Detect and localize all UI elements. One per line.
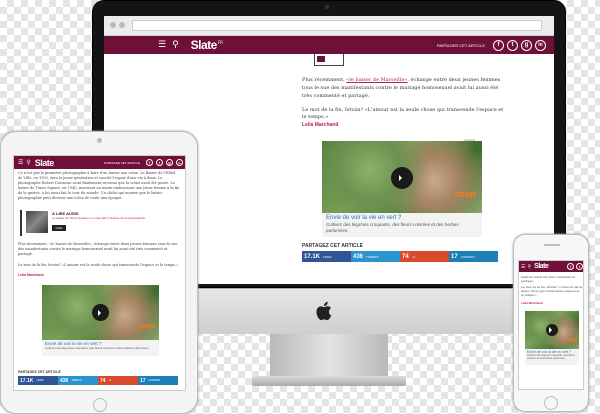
phone-twitter-icon[interactable]: t: [576, 263, 583, 270]
imac-stand: [270, 334, 388, 378]
tablet-video-thumbnail[interactable]: coop: [42, 285, 159, 340]
tablet-facebook-icon[interactable]: f: [146, 159, 153, 166]
ipad: ☰ ⚲ Slate PARTAGER CET ARTICLE f t g in …: [0, 131, 198, 414]
tablet-facebook-count[interactable]: 17.1K LIKES: [18, 376, 58, 385]
twitter-count[interactable]: 436 TWEETS: [351, 251, 400, 262]
tablet-share-heading: PARTAGEZ CET ARTICLE: [18, 370, 61, 374]
tablet-linkedin-icon[interactable]: in: [176, 159, 183, 166]
desktop-video-title: Envie de voir la vie en vert ?: [326, 215, 402, 221]
link-baiser-marseille[interactable]: «le baiser de Marseille»: [346, 77, 407, 83]
tablet-also-thumb: [26, 211, 48, 233]
browser-forward-icon[interactable]: [119, 22, 125, 28]
linkedin-icon[interactable]: in: [535, 39, 546, 51]
phone-facebook-icon[interactable]: f: [567, 263, 574, 270]
phone-share-bar: f t: [567, 263, 583, 270]
desktop-navbar: ☰ ⚲ Slate FR PARTAGER CET ARTICLE f t g …: [104, 36, 554, 54]
tablet-navbar: ☰ ⚲ Slate PARTAGER CET ARTICLE f t g in: [14, 156, 185, 169]
desktop-share-bar: PARTAGER CET ARTICLE f t g in: [436, 39, 546, 51]
tablet-also-button[interactable]: LIRE: [52, 225, 66, 231]
tablet-share-bar: PARTAGER CET ARTICLE f t g in: [104, 159, 183, 166]
tablet-share-stats: 17.1K LIKES 436 TWEETS 74 +1 17 LINKEDIN: [18, 376, 178, 385]
ipad-home-button[interactable]: [93, 398, 107, 412]
desktop-play-icon[interactable]: [391, 167, 413, 189]
tablet-search-icon[interactable]: ⚲: [26, 159, 30, 166]
tablet-author[interactable]: Leila Marchand: [18, 273, 43, 277]
facebook-icon[interactable]: f: [493, 39, 504, 51]
desktop-video-card[interactable]: Envie de voir la vie en vert ? Cultivez …: [322, 213, 482, 237]
tablet-twitter-icon[interactable]: t: [156, 159, 163, 166]
iphone: ☰ ⚲ Slate f t avait lui aussi été très c…: [513, 234, 589, 412]
phone-coop-logo: coop: [565, 337, 577, 343]
slate-logo-mark: FR: [217, 39, 223, 45]
tablet-video-card[interactable]: Envie de voir la vie en vert ? Cultivez …: [42, 340, 159, 356]
googleplus-icon[interactable]: g: [521, 39, 532, 51]
desktop-para-1: Plus récemment, «le baiser de Marseille»…: [302, 77, 501, 99]
iphone-screen: ☰ ⚲ Slate f t avait lui aussi été très c…: [518, 260, 584, 390]
tablet-play-icon[interactable]: [92, 304, 109, 321]
tablet-linkedin-count[interactable]: 17 LINKEDIN: [138, 376, 178, 385]
phone-play-icon[interactable]: [546, 324, 558, 336]
desktop-prev-box: [314, 54, 344, 66]
desktop-video-thumbnail[interactable]: coop: [322, 141, 482, 213]
tablet-also-read[interactable]: À LIRE AUSSI Le baiser de Times Square a…: [20, 210, 180, 236]
desktop-para-2: Le mot de la fin, Istvàn? «L'amour est l…: [302, 107, 504, 120]
phone-author[interactable]: Leila Marchand: [521, 301, 543, 305]
phone-search-icon[interactable]: ⚲: [527, 264, 531, 270]
tablet-top-text: Ce n'est pas la première photographie à …: [18, 171, 180, 200]
desktop-share-heading: PARTAGEZ CET ARTICLE: [302, 243, 364, 249]
tablet-share-label: PARTAGER CET ARTICLE: [103, 160, 140, 165]
browser-toolbar: [104, 16, 554, 36]
desktop-author[interactable]: Leila Marchand: [302, 122, 338, 128]
tablet-slate-logo[interactable]: Slate: [35, 158, 55, 168]
tablet-googleplus-count[interactable]: 74 +1: [98, 376, 138, 385]
iphone-home-button[interactable]: [544, 396, 558, 410]
share-label: PARTAGER CET ARTICLE: [436, 42, 485, 48]
search-icon[interactable]: ⚲: [172, 40, 179, 50]
tablet-para-1: Plus récemment, «le baiser de Marseille»…: [18, 242, 178, 256]
menu-icon[interactable]: ☰: [158, 40, 166, 50]
twitter-icon[interactable]: t: [507, 39, 518, 51]
phone-video-card[interactable]: Envie de voir la vie en vert ? Cultivez …: [525, 349, 579, 365]
tablet-also-link[interactable]: Le baiser de Times Square a un rôle dans…: [52, 216, 177, 220]
phone-text-2: Le mot de la fin, Istvàn? «L'amour est l…: [521, 285, 583, 297]
phone-video-thumbnail[interactable]: coop: [525, 311, 579, 349]
desktop-share-stats: 17.1K LIKES 436 TWEETS 74 +1 17 LINKEDIN: [302, 251, 498, 262]
coop-logo: coop: [454, 189, 477, 199]
facebook-count[interactable]: 17.1K LIKES: [302, 251, 351, 262]
tablet-video-desc: Cultivez des légumes croquants, des fleu…: [45, 346, 150, 350]
tablet-para-2: Le mot de la fin, Istvàn? «L'amour est l…: [18, 263, 179, 267]
tablet-menu-icon[interactable]: ☰: [18, 159, 23, 166]
phone-text-1: avait lui aussi été très commenté et par…: [521, 275, 576, 283]
iphone-speaker: [544, 244, 560, 246]
desktop-video-desc: Cultivez des légumes croquants, des fleu…: [326, 222, 459, 233]
phone-navbar: ☰ ⚲ Slate f t: [519, 261, 583, 272]
tablet-googleplus-icon[interactable]: g: [166, 159, 173, 166]
phone-video-desc: Cultivez des légumes croquants, des fleu…: [527, 354, 575, 360]
phone-menu-icon[interactable]: ☰: [521, 264, 525, 270]
apple-logo-icon: [315, 300, 335, 322]
ipad-camera: [97, 138, 102, 143]
imac-camera: [325, 5, 329, 9]
tablet-twitter-count[interactable]: 436 TWEETS: [58, 376, 98, 385]
tablet-coop-logo: coop: [138, 323, 155, 330]
imac-foot: [252, 376, 406, 386]
ipad-screen: ☰ ⚲ Slate PARTAGER CET ARTICLE f t g in …: [13, 155, 186, 391]
slate-logo[interactable]: Slate: [191, 38, 218, 52]
linkedin-count[interactable]: 17 LINKEDIN: [449, 251, 498, 262]
phone-slate-logo[interactable]: Slate: [534, 263, 549, 270]
googleplus-count[interactable]: 74 +1: [400, 251, 449, 262]
browser-back-icon[interactable]: [110, 22, 116, 28]
browser-address-bar[interactable]: [132, 20, 542, 31]
